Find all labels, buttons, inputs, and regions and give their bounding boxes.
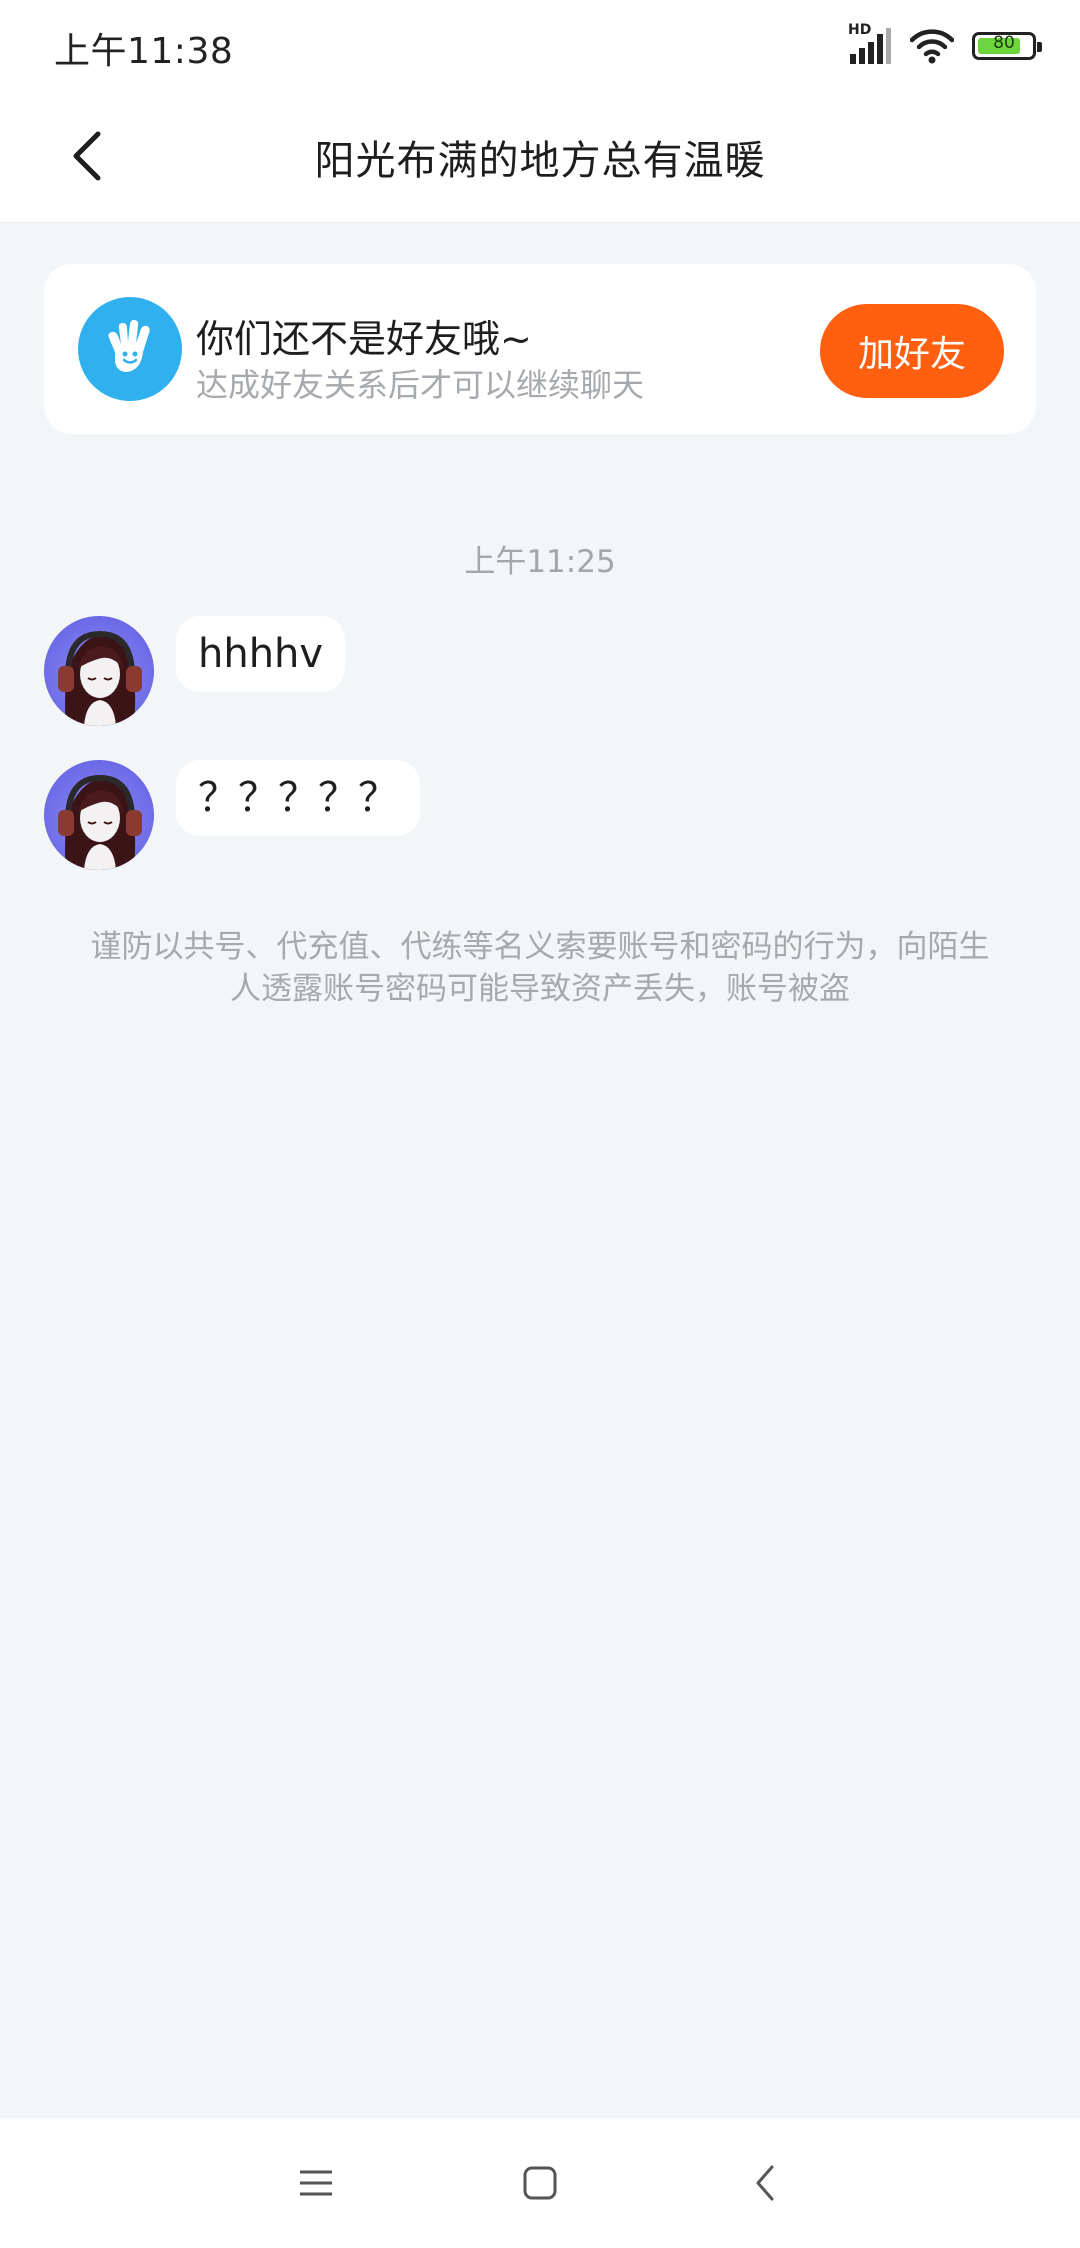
not-friend-card: 你们还不是好友哦~ 达成好友关系后才可以继续聊天 加好友: [44, 264, 1036, 434]
home-icon: [523, 2166, 557, 2200]
network-badge: HD: [848, 22, 872, 38]
avatar[interactable]: [44, 616, 154, 726]
menu-icon: [300, 2170, 332, 2196]
system-nav-bar: [0, 2117, 1080, 2248]
battery-icon: 80: [972, 32, 1042, 60]
status-icons: HD 80: [848, 22, 1042, 66]
card-subtitle: 达成好友关系后才可以继续聊天: [196, 366, 645, 404]
wifi-icon: [910, 29, 954, 64]
avatar[interactable]: [44, 760, 154, 870]
message-bubble[interactable]: hhhhv: [176, 616, 346, 692]
security-warning: 谨防以共号、代充值、代练等名义索要账号和密码的行为，向陌生人透露账号密码可能导致…: [90, 929, 990, 1007]
signal-icon: HD: [848, 22, 892, 66]
message-row: ？？？？？: [44, 760, 1036, 870]
page-title: 阳光布满的地方总有温暖: [314, 138, 766, 184]
message-row: hhhhv: [44, 616, 1036, 726]
add-friend-button[interactable]: 加好友: [820, 304, 1004, 398]
waving-hand-icon: [78, 297, 182, 401]
menu-button[interactable]: [286, 2153, 346, 2213]
card-title: 你们还不是好友哦~: [196, 317, 532, 361]
status-time: 上午11:38: [54, 31, 234, 72]
home-button[interactable]: [510, 2153, 570, 2213]
chat-header: 阳光布满的地方总有温暖: [0, 90, 1080, 223]
battery-level: 80: [993, 33, 1015, 53]
message-timestamp: 上午11:25: [464, 544, 616, 580]
message-bubble[interactable]: ？？？？？: [176, 760, 420, 836]
back-icon: [756, 2165, 774, 2201]
system-back-button[interactable]: [736, 2153, 796, 2213]
status-bar: 上午11:38 HD 80: [0, 0, 1080, 90]
